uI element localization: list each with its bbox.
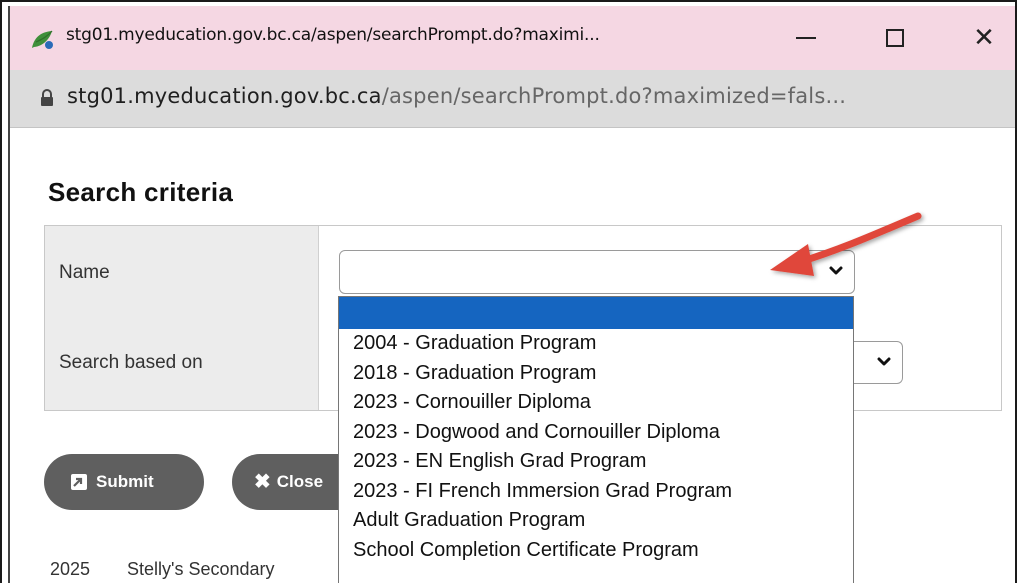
url-text[interactable]: stg01.myeducation.gov.bc.ca/aspen/search… bbox=[67, 84, 846, 108]
page-title: Search criteria bbox=[48, 177, 234, 207]
name-dropdown-list[interactable]: 2004 - Graduation Program 2018 - Graduat… bbox=[338, 296, 854, 583]
search-based-on-label: Search based on bbox=[59, 352, 203, 373]
app-leaf-icon bbox=[32, 30, 53, 49]
maximize-icon bbox=[886, 29, 904, 47]
label-column: Name Search based on bbox=[45, 226, 319, 410]
submit-button[interactable]: Submit bbox=[44, 454, 204, 510]
submit-label: Submit bbox=[96, 472, 154, 491]
result-row: 2025 Stelly's Secondary bbox=[50, 559, 275, 580]
dropdown-option[interactable]: School Completion Certificate Program bbox=[339, 536, 853, 566]
url-host: stg01.myeducation.gov.bc.ca bbox=[67, 84, 382, 108]
close-window-button[interactable]: ✕ bbox=[954, 16, 1014, 60]
dropdown-option[interactable]: 2018 - Graduation Program bbox=[339, 359, 853, 389]
dropdown-option-blank[interactable] bbox=[339, 297, 853, 329]
dropdown-option[interactable]: 2023 - EN English Grad Program bbox=[339, 447, 853, 477]
row-year: 2025 bbox=[50, 559, 91, 579]
maximize-button[interactable] bbox=[865, 16, 925, 60]
chevron-down-icon bbox=[877, 357, 891, 366]
screenshot-frame: stg01.myeducation.gov.bc.ca/aspen/search… bbox=[0, 0, 1017, 583]
address-bar[interactable]: stg01.myeducation.gov.bc.ca/aspen/search… bbox=[10, 70, 1015, 128]
url-path: /aspen/searchPrompt.do?maximized=fals... bbox=[381, 84, 847, 108]
browser-window: stg01.myeducation.gov.bc.ca/aspen/search… bbox=[8, 6, 1015, 583]
dropdown-option[interactable]: 2023 - Dogwood and Cornouiller Diploma bbox=[339, 418, 853, 448]
close-icon: ✕ bbox=[973, 23, 995, 53]
annotation-arrow-icon bbox=[770, 212, 922, 276]
minimize-icon bbox=[796, 37, 816, 39]
dropdown-option[interactable]: Adult Graduation Program bbox=[339, 506, 853, 536]
dropdown-option[interactable]: 2023 - Cornouiller Diploma bbox=[339, 388, 853, 418]
row-school: Stelly's Secondary bbox=[127, 559, 275, 579]
close-label: Close bbox=[276, 472, 324, 491]
submit-icon bbox=[71, 474, 87, 490]
title-bar[interactable]: stg01.myeducation.gov.bc.ca/aspen/search… bbox=[10, 6, 1015, 70]
name-label: Name bbox=[59, 262, 110, 283]
dropdown-option[interactable]: 2023 - FI French Immersion Grad Program bbox=[339, 477, 853, 507]
dropdown-option[interactable]: 2004 - Graduation Program bbox=[339, 329, 853, 359]
close-x-icon: ✖ bbox=[254, 471, 271, 493]
minimize-button[interactable] bbox=[776, 16, 836, 60]
lock-icon bbox=[41, 89, 53, 106]
window-title: stg01.myeducation.gov.bc.ca/aspen/search… bbox=[66, 25, 600, 45]
